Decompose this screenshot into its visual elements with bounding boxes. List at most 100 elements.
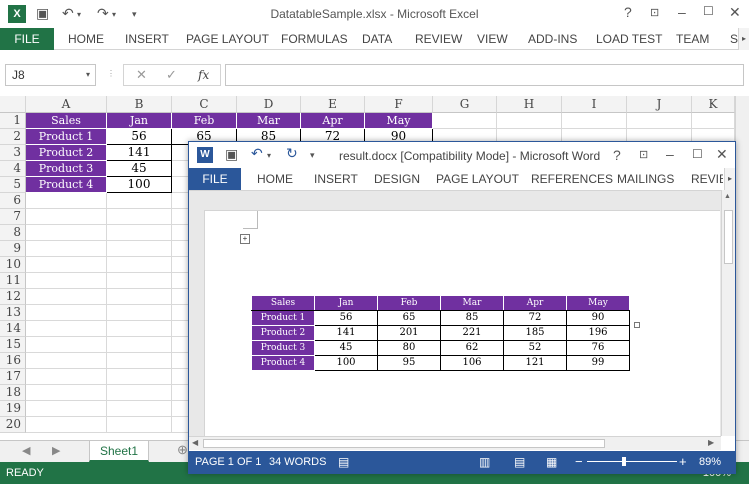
print-layout-icon[interactable]: ▤	[514, 451, 525, 473]
word-tab-review[interactable]: REVIEW	[691, 168, 723, 190]
table-resize-handle-icon[interactable]	[634, 322, 640, 328]
column-header-h[interactable]: H	[497, 96, 562, 113]
tab-page-layout[interactable]: PAGE LAYOUT	[186, 28, 269, 50]
cell-b7[interactable]	[107, 209, 172, 225]
word-table-cell[interactable]: 221	[440, 325, 504, 341]
word-tab-home[interactable]: HOME	[257, 168, 293, 190]
ribbon-scroll-right-icon[interactable]: ▸	[738, 28, 749, 50]
column-header-b[interactable]: B	[107, 96, 172, 113]
word-close-icon[interactable]: ✕	[716, 146, 728, 163]
cell-c1[interactable]: Feb	[172, 113, 237, 129]
cell-a19[interactable]	[26, 401, 107, 417]
row-header-3[interactable]: 3	[0, 145, 26, 161]
cell-f1[interactable]: May	[365, 113, 433, 129]
row-header-18[interactable]: 18	[0, 385, 26, 401]
column-header-d[interactable]: D	[237, 96, 301, 113]
column-header-g[interactable]: G	[433, 96, 497, 113]
word-table-cell[interactable]: 121	[503, 355, 567, 371]
word-table-cell[interactable]: Sales	[251, 295, 315, 311]
row-header-16[interactable]: 16	[0, 353, 26, 369]
cell-a12[interactable]	[26, 289, 107, 305]
word-ribbon-scroll-right-icon[interactable]: ▸	[724, 168, 735, 190]
cell-g1[interactable]	[433, 113, 497, 129]
select-all-corner[interactable]	[0, 96, 26, 113]
cell-a15[interactable]	[26, 337, 107, 353]
word-table-cell[interactable]: 72	[503, 310, 567, 326]
cell-j1[interactable]	[627, 113, 692, 129]
name-box[interactable]: J8 ▾	[5, 64, 96, 86]
word-table-cell[interactable]: 90	[566, 310, 630, 326]
word-table-cell[interactable]: 62	[440, 340, 504, 356]
tab-data[interactable]: DATA	[362, 28, 392, 50]
tab-team[interactable]: TEAM	[676, 28, 709, 50]
cell-a18[interactable]	[26, 385, 107, 401]
sheet-next-icon[interactable]: ▶	[52, 444, 60, 457]
word-scroll-left-icon[interactable]: ◀	[192, 438, 198, 447]
word-undo-icon[interactable]: ↶	[251, 145, 263, 162]
cell-a10[interactable]	[26, 257, 107, 273]
row-header-4[interactable]: 4	[0, 161, 26, 177]
word-scroll-right-icon[interactable]: ▶	[708, 438, 714, 447]
word-table-cell[interactable]: 56	[314, 310, 378, 326]
cell-a20[interactable]	[26, 417, 107, 433]
cell-i1[interactable]	[562, 113, 627, 129]
tab-home[interactable]: HOME	[68, 28, 104, 50]
cell-k1[interactable]	[692, 113, 735, 129]
cell-b1[interactable]: Jan	[107, 113, 172, 129]
restore-icon[interactable]: ☐	[703, 4, 714, 18]
column-header-c[interactable]: C	[172, 96, 237, 113]
word-table-cell[interactable]: Jan	[314, 295, 378, 311]
cell-a2[interactable]: Product 1	[26, 129, 107, 145]
cell-b9[interactable]	[107, 241, 172, 257]
word-table-cell[interactable]: 100	[314, 355, 378, 371]
cell-b6[interactable]	[107, 193, 172, 209]
zoom-in-icon[interactable]: +	[679, 451, 687, 473]
word-tab-page-layout[interactable]: PAGE LAYOUT	[436, 168, 519, 190]
word-table-cell[interactable]: 80	[377, 340, 441, 356]
cell-b5[interactable]: 100	[107, 177, 172, 193]
tab-add-ins[interactable]: ADD-INS	[528, 28, 577, 50]
word-minimize-icon[interactable]: –	[666, 146, 674, 162]
row-header-11[interactable]: 11	[0, 273, 26, 289]
cell-b14[interactable]	[107, 321, 172, 337]
word-table-cell[interactable]: 76	[566, 340, 630, 356]
word-table-cell[interactable]: 185	[503, 325, 567, 341]
cell-a17[interactable]	[26, 369, 107, 385]
column-header-a[interactable]: A	[26, 96, 107, 113]
word-save-icon[interactable]: ▣	[225, 146, 238, 163]
cell-a7[interactable]	[26, 209, 107, 225]
add-sheet-icon[interactable]: ⊕	[177, 442, 188, 458]
row-header-2[interactable]: 2	[0, 129, 26, 145]
word-horizontal-scrollbar[interactable]: ◀ ▶	[189, 436, 721, 450]
cell-b8[interactable]	[107, 225, 172, 241]
word-table-cell[interactable]: Apr	[503, 295, 567, 311]
close-icon[interactable]: ✕	[729, 4, 741, 21]
table-move-handle-icon[interactable]: +	[240, 234, 250, 244]
proofing-icon[interactable]: ▤	[338, 451, 349, 473]
cell-a16[interactable]	[26, 353, 107, 369]
word-table-cell[interactable]: 85	[440, 310, 504, 326]
zoom-out-icon[interactable]: −	[575, 451, 583, 473]
word-table-cell[interactable]: Product 2	[251, 325, 315, 341]
cell-a6[interactable]	[26, 193, 107, 209]
word-table-cell[interactable]: Feb	[377, 295, 441, 311]
cell-b16[interactable]	[107, 353, 172, 369]
word-table-cell[interactable]: 95	[377, 355, 441, 371]
sheet-prev-icon[interactable]: ◀	[22, 444, 30, 457]
tab-view[interactable]: VIEW	[477, 28, 508, 50]
word-restore-icon[interactable]: ☐	[692, 147, 703, 161]
excel-vertical-scrollbar[interactable]	[735, 96, 749, 442]
cell-a1[interactable]: Sales	[26, 113, 107, 129]
word-table-cell[interactable]: 99	[566, 355, 630, 371]
word-table-cell[interactable]: 201	[377, 325, 441, 341]
cell-a13[interactable]	[26, 305, 107, 321]
word-table-cell[interactable]: 45	[314, 340, 378, 356]
ribbon-display-icon[interactable]: ⊡	[650, 6, 659, 19]
row-header-7[interactable]: 7	[0, 209, 26, 225]
web-layout-icon[interactable]: ▦	[546, 451, 557, 473]
word-table-cell[interactable]: 106	[440, 355, 504, 371]
cell-b19[interactable]	[107, 401, 172, 417]
cell-b13[interactable]	[107, 305, 172, 321]
tab-truncated[interactable]: S	[730, 28, 738, 50]
word-table-cell[interactable]: May	[566, 295, 630, 311]
